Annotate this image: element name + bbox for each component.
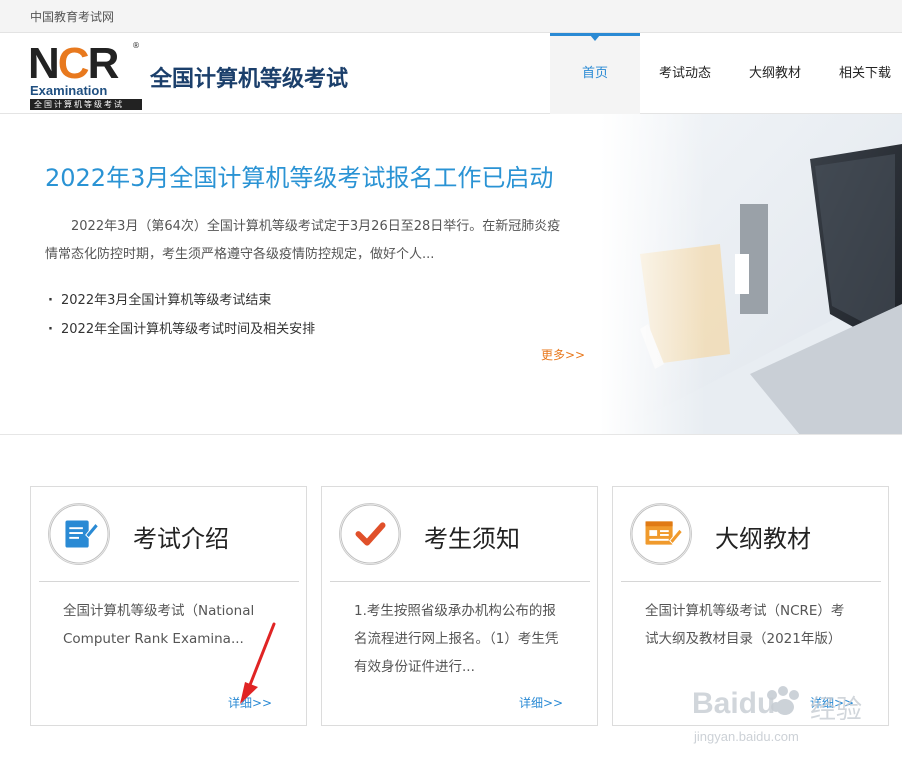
card-title[interactable]: 大纲教材 <box>715 519 811 554</box>
site-name-link[interactable]: 中国教育考试网 <box>30 8 114 25</box>
logo-examination-text: Examination <box>30 83 108 98</box>
news-banner: 2022年3月全国计算机等级考试报名工作已启动 2022年3月（第64次）全国计… <box>0 114 902 435</box>
news-link[interactable]: 2022年全国计算机等级考试时间及相关安排 <box>48 315 315 344</box>
card-divider <box>330 581 590 582</box>
card-summary: 全国计算机等级考试（NCRE）考试大纲及教材目录（2021年版） <box>645 603 845 647</box>
registered-mark: ® <box>132 41 140 50</box>
watermark-url: jingyan.baidu.com <box>694 729 799 744</box>
annotation-arrow-icon <box>240 622 276 704</box>
site-title: 全国计算机等级考试 <box>150 67 349 92</box>
card-divider <box>39 581 299 582</box>
main-nav: 首页 考试动态 大纲教材 相关下载 <box>550 33 902 114</box>
nav-syllabus[interactable]: 大纲教材 <box>730 33 820 114</box>
header: NCR ® Examination 全国计算机等级考试 全国计算机等级考试 首页… <box>0 33 902 114</box>
nav-home[interactable]: 首页 <box>550 33 640 114</box>
watermark-brand-cn: 经验 <box>810 695 863 725</box>
nav-exam-news[interactable]: 考试动态 <box>640 33 730 114</box>
banner-news-list: 2022年3月全国计算机等级考试结束 2022年全国计算机等级考试时间及相关安排 <box>48 286 315 344</box>
syllabus-icon <box>630 503 692 565</box>
card-candidate-notice: 考生须知 1.考生按照省级承办机构公布的报名流程进行网上报名。（1）考生凭有效身… <box>321 486 598 726</box>
card-details-link[interactable]: 详细>> <box>519 694 563 711</box>
news-link[interactable]: 2022年3月全国计算机等级考试结束 <box>48 286 315 315</box>
top-bar: 中国教育考试网 <box>0 0 902 33</box>
more-news-link[interactable]: 更多>> <box>541 346 585 363</box>
nav-downloads[interactable]: 相关下载 <box>820 33 902 114</box>
watermark-brand: Baidu <box>692 687 776 720</box>
logo-letters: NCR <box>28 39 119 88</box>
baidu-watermark: Baidu 经验 jingyan.baidu.com <box>690 685 902 761</box>
card-summary: 1.考生按照省级承办机构公布的报名流程进行网上报名。（1）考生凭有效身份证件进行… <box>354 603 559 675</box>
laptop-banner-image <box>600 114 902 434</box>
document-icon <box>48 503 110 565</box>
card-title[interactable]: 考生须知 <box>424 519 520 554</box>
card-title[interactable]: 考试介绍 <box>133 519 229 554</box>
ncre-logo[interactable]: NCR ® Examination 全国计算机等级考试 <box>28 39 144 110</box>
banner-description: 2022年3月（第64次）全国计算机等级考试定于3月26日至28日举行。在新冠肺… <box>45 219 561 262</box>
banner-headline[interactable]: 2022年3月全国计算机等级考试报名工作已启动 <box>45 158 553 193</box>
card-divider <box>621 581 881 582</box>
logo-subtitle: 全国计算机等级考试 <box>30 99 142 110</box>
checkmark-icon <box>339 503 401 565</box>
